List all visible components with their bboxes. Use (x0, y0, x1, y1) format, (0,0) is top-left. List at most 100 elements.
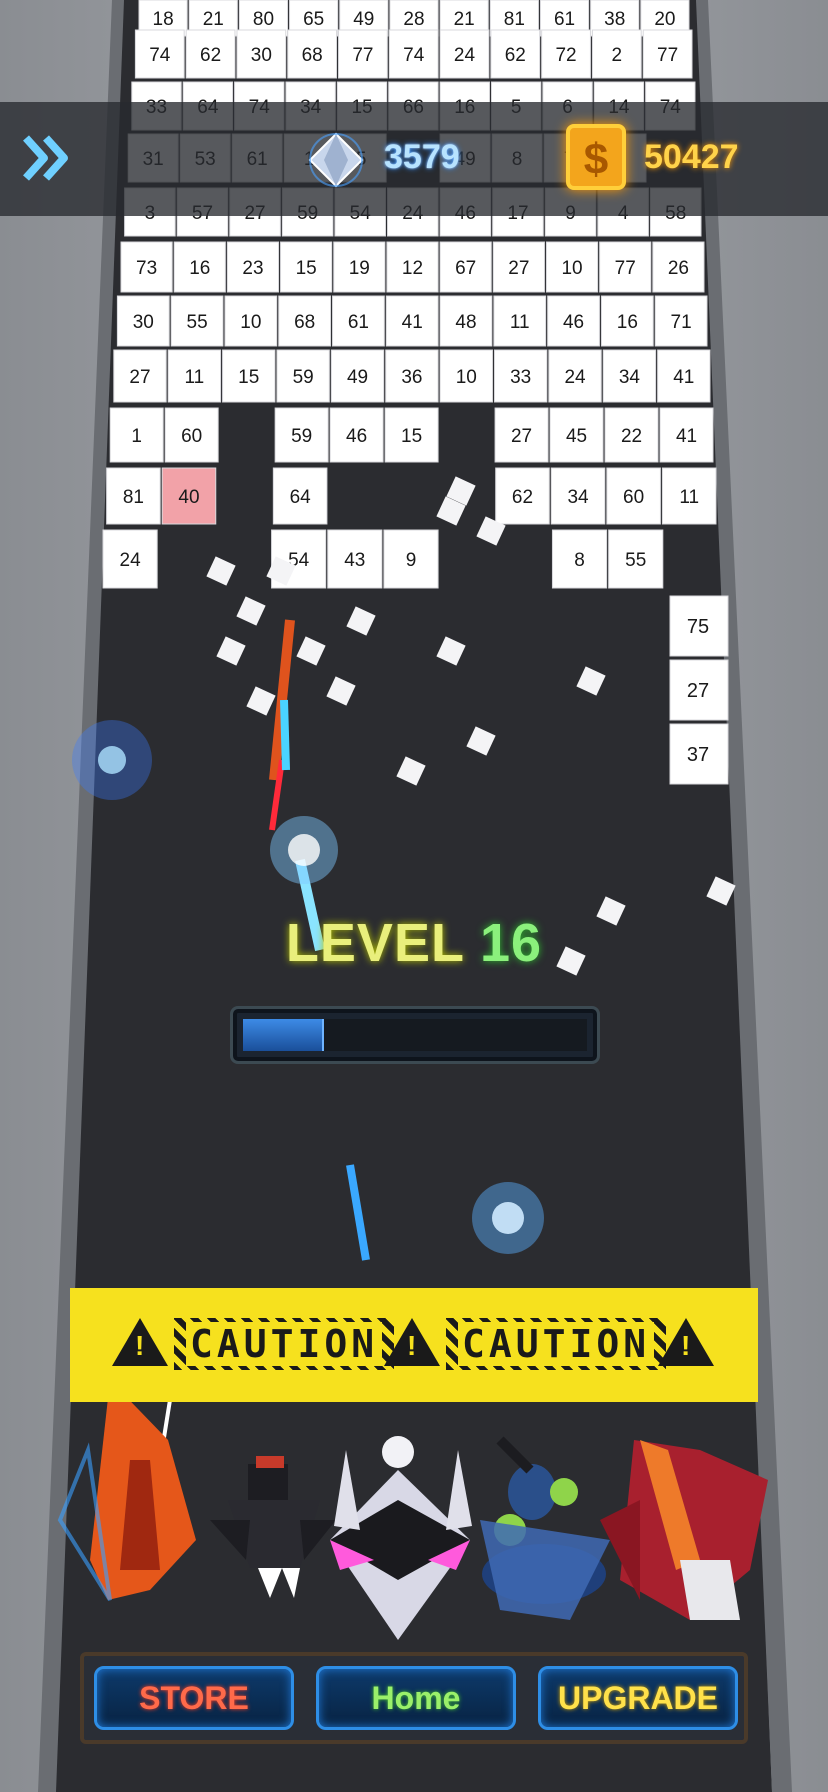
block-value: 15 (296, 258, 317, 279)
block-value: 30 (251, 45, 272, 66)
level-progress-bar (230, 1006, 600, 1064)
block-value: 74 (403, 45, 425, 66)
block-value: 71 (671, 312, 692, 333)
block-value: 2 (612, 45, 623, 66)
block-value: 48 (455, 312, 476, 333)
block-value: 40 (178, 487, 199, 508)
block-value: 11 (679, 487, 699, 508)
block-value: 28 (403, 9, 424, 30)
block-value: 68 (294, 312, 315, 333)
block-value: 64 (290, 487, 312, 508)
block-value: 27 (129, 367, 150, 388)
home-button[interactable]: Home (316, 1666, 516, 1730)
block-value: 20 (654, 9, 675, 30)
block-value: 67 (455, 258, 476, 279)
game-scene: 18 21 80 65 49 28 21 81 61 38 2074 62 30 68 77 74 24 62 72… (38, 0, 792, 1792)
block-value: 45 (566, 426, 587, 447)
block-value: 36 (401, 367, 422, 388)
double-chevron-right-icon[interactable] (18, 130, 74, 186)
side-block-column: 75 27 37 (669, 595, 729, 785)
block-value: 22 (621, 426, 642, 447)
warning-triangle-icon (384, 1318, 440, 1366)
side-block-value: 27 (687, 680, 709, 702)
block-value: 24 (120, 550, 142, 571)
block-value: 10 (240, 312, 261, 333)
block-value: 55 (187, 312, 208, 333)
block-value: 21 (454, 9, 475, 30)
coin-count: 50427 (644, 138, 739, 176)
level-progress-fill (243, 1019, 325, 1051)
dollar-coin-icon: $ (566, 124, 626, 190)
top-hud-bar: 3579 $ 50427 (0, 102, 828, 216)
warning-triangle-icon (112, 1318, 168, 1366)
block-value: 16 (617, 312, 638, 333)
level-number: 16 (480, 913, 543, 973)
block-value: 1 (131, 426, 142, 447)
block-value: 11 (510, 312, 530, 333)
block-value: 27 (511, 426, 532, 447)
diamond-icon (308, 132, 364, 188)
block-value: 43 (344, 550, 365, 571)
block-value: 59 (293, 367, 314, 388)
block-value: 19 (349, 258, 370, 279)
block-value: 41 (402, 312, 423, 333)
side-block-value: 37 (687, 744, 709, 766)
block-value: 62 (200, 45, 221, 66)
block-value: 77 (615, 258, 636, 279)
block-value: 81 (123, 487, 144, 508)
block-value: 49 (353, 9, 374, 30)
caution-label: CAUTION (446, 1318, 667, 1370)
block-value: 24 (564, 367, 586, 388)
block-value: 60 (181, 426, 202, 447)
block-value: 33 (510, 367, 531, 388)
block-value: 12 (402, 258, 423, 279)
block-value: 10 (561, 258, 582, 279)
block-value: 41 (676, 426, 697, 447)
caution-band: CAUTION CAUTION (70, 1288, 758, 1402)
block-value: 38 (604, 9, 625, 30)
block-value: 61 (554, 9, 575, 30)
block-value: 9 (406, 550, 417, 571)
block-value: 68 (302, 45, 323, 66)
block-value: 30 (133, 312, 154, 333)
gem-count: 3579 (384, 138, 460, 176)
block-value: 80 (253, 9, 274, 30)
block-value: 46 (563, 312, 584, 333)
block-value: 23 (242, 258, 263, 279)
block-value: 15 (401, 426, 422, 447)
block-value: 10 (456, 367, 477, 388)
side-block-value: 75 (687, 616, 709, 638)
block-value: 49 (347, 367, 368, 388)
store-button[interactable]: STORE (94, 1666, 294, 1730)
block-value: 72 (555, 45, 576, 66)
block-value: 24 (454, 45, 476, 66)
block-value: 77 (657, 45, 678, 66)
block-value: 34 (619, 367, 641, 388)
bottom-nav: STORE Home UPGRADE (80, 1652, 748, 1744)
block-value: 34 (567, 487, 589, 508)
block-value: 16 (189, 258, 210, 279)
block-value: 26 (668, 258, 689, 279)
block-value: 73 (136, 258, 157, 279)
block-value: 60 (623, 487, 644, 508)
block-value: 27 (508, 258, 529, 279)
upgrade-button[interactable]: UPGRADE (538, 1666, 738, 1730)
block-value: 55 (625, 550, 646, 571)
block-value: 59 (291, 426, 312, 447)
block-value: 77 (352, 45, 373, 66)
warning-triangle-icon (658, 1318, 714, 1366)
block-value: 65 (303, 9, 324, 30)
block-value: 11 (185, 367, 205, 388)
block-value: 62 (505, 45, 526, 66)
block-value: 46 (346, 426, 367, 447)
block-value: 74 (149, 45, 171, 66)
block-value: 62 (512, 487, 533, 508)
block-value: 18 (153, 9, 174, 30)
block-value: 15 (238, 367, 259, 388)
block-value: 21 (203, 9, 224, 30)
level-label: LEVEL (285, 913, 464, 973)
block-value: 8 (574, 550, 585, 571)
level-title: LEVEL 16 (0, 912, 828, 974)
caution-label: CAUTION (174, 1318, 395, 1370)
block-value: 41 (673, 367, 694, 388)
